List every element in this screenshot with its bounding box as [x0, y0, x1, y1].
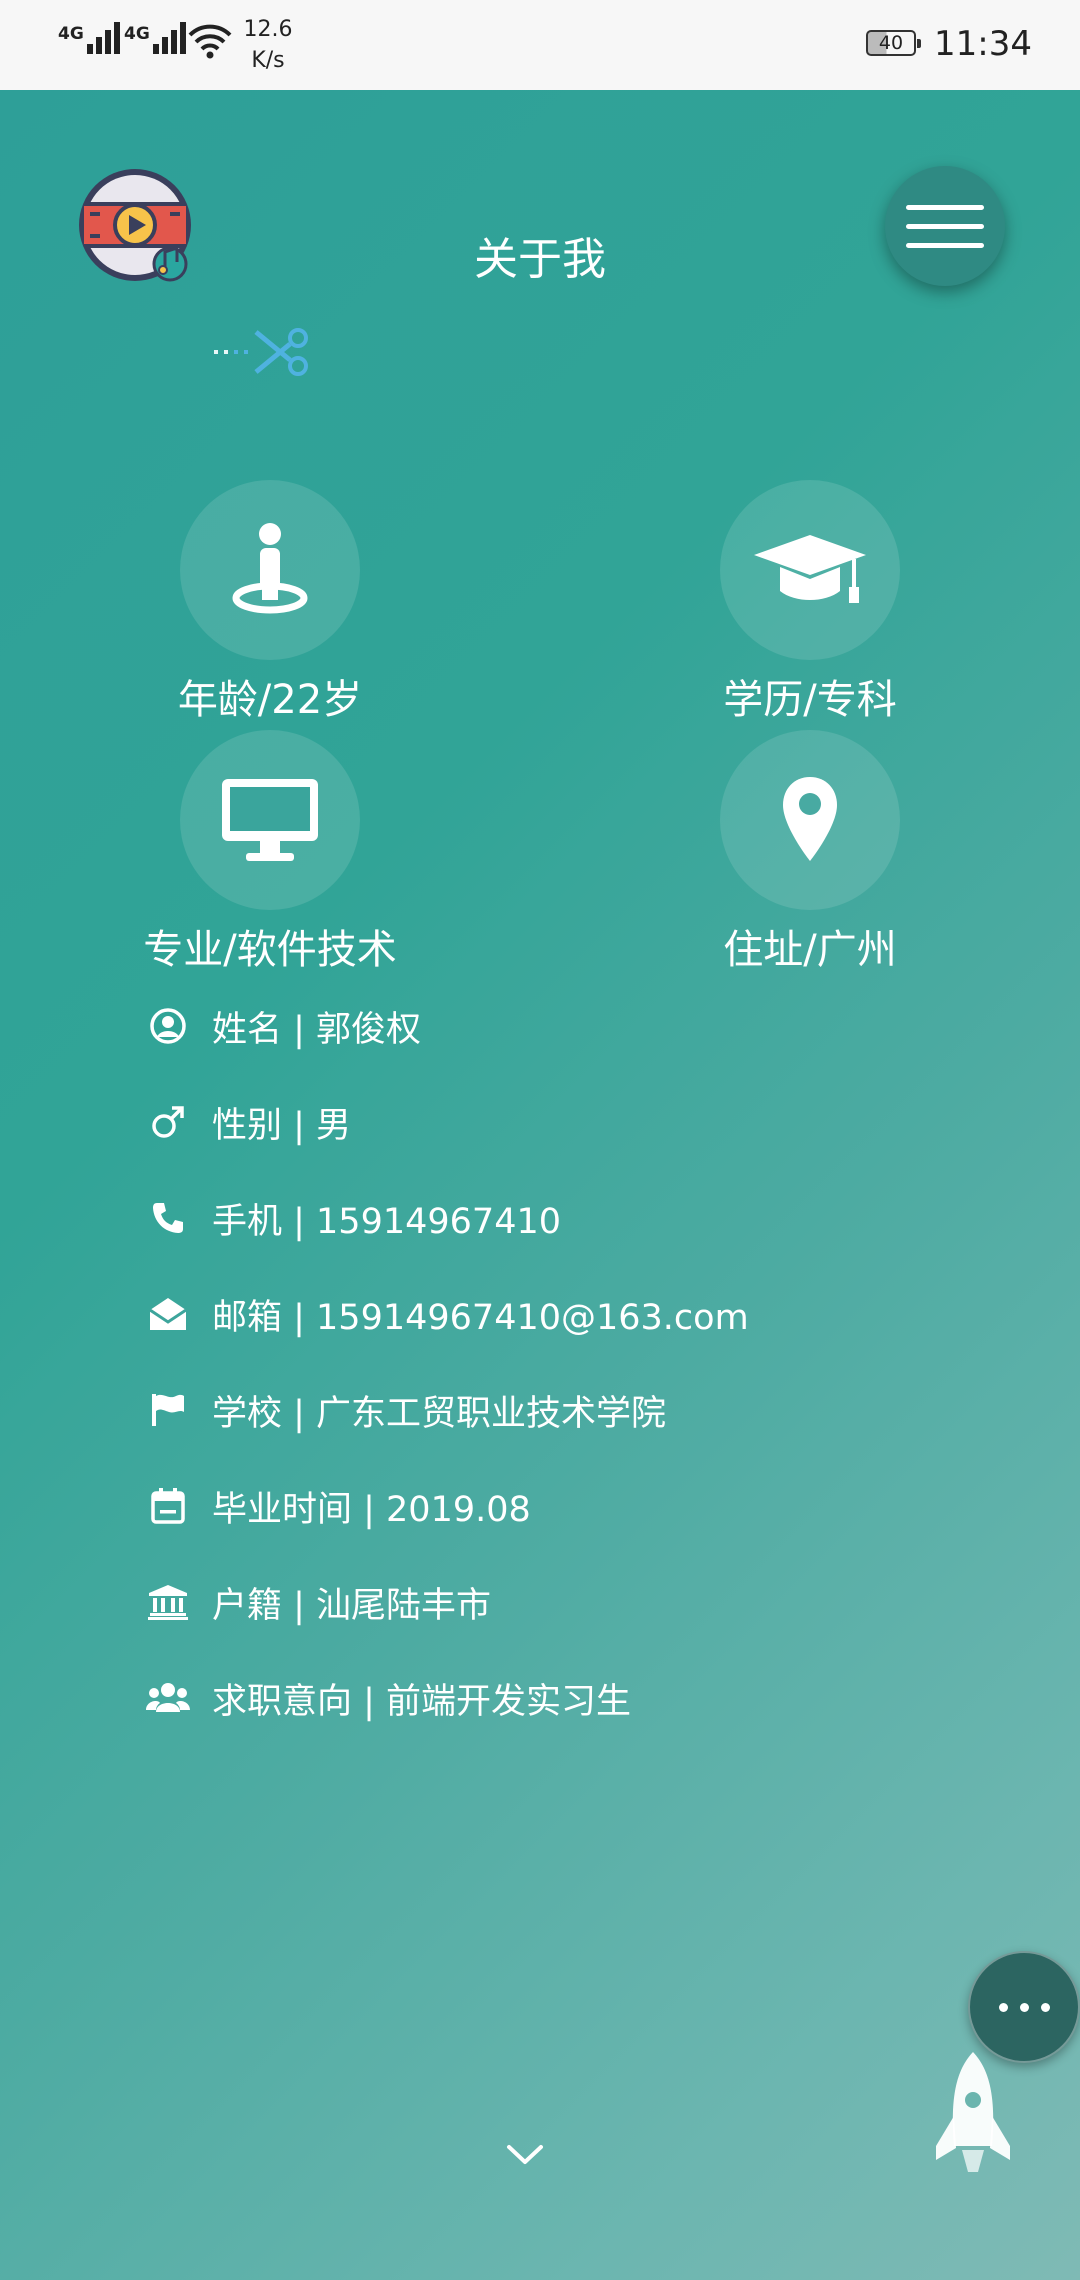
more-options-button[interactable]	[968, 1951, 1080, 2063]
age-card: 年龄/22岁	[120, 480, 420, 728]
signal-icon: 4G	[58, 22, 123, 54]
address-card: 住址/广州	[660, 730, 960, 978]
education-label: 学历/专科	[723, 677, 897, 723]
users-icon	[146, 1676, 190, 1720]
gender-text: 性别 | 男	[212, 1105, 352, 1146]
status-bar: 4G 4G 12.6 K/s 40 11:34	[0, 0, 1080, 90]
list-item: 姓名 | 郭俊权	[146, 978, 1046, 1074]
battery-level: 40	[878, 31, 904, 54]
network-type-label: 4G	[58, 24, 84, 44]
major-card: 专业/软件技术	[120, 730, 420, 978]
chevron-down-icon[interactable]	[505, 2142, 545, 2172]
graduation-date-text: 毕业时间 | 2019.08	[212, 1489, 531, 1530]
scissors-icon	[212, 322, 316, 386]
job-intention-text: 求职意向 | 前端开发实习生	[212, 1681, 632, 1722]
detail-list: 姓名 | 郭俊权 性别 | 男 手机 | 15914967410 邮箱 | 15…	[146, 978, 1046, 1746]
list-item: 手机 | 15914967410	[146, 1170, 1046, 1266]
screen: 4G 4G 12.6 K/s 40 11:34 关于我 年龄/22岁 学历/专科…	[0, 0, 1080, 2280]
list-item: 户籍 | 汕尾陆丰市	[146, 1554, 1046, 1650]
school-text: 学校 | 广东工贸职业技术学院	[212, 1393, 667, 1434]
hamburger-menu-icon[interactable]	[885, 166, 1005, 286]
address-label: 住址/广州	[723, 927, 897, 973]
wifi-icon	[188, 24, 232, 64]
flag-icon	[146, 1388, 190, 1432]
clock: 11:34	[934, 24, 1032, 64]
signal-icon: 4G	[124, 22, 189, 54]
list-item: 邮箱 | 15914967410@163.com	[146, 1266, 1046, 1362]
rocket-back-to-top-icon[interactable]	[918, 2050, 1028, 2194]
major-label: 专业/软件技术	[143, 927, 397, 973]
network-type-label: 4G	[124, 24, 150, 44]
phone-text[interactable]: 手机 | 15914967410	[212, 1193, 561, 1244]
battery-icon: 40	[866, 30, 921, 56]
desktop-monitor-icon	[180, 730, 360, 910]
list-item: 毕业时间 | 2019.08	[146, 1458, 1046, 1554]
list-item: 学校 | 广东工贸职业技术学院	[146, 1362, 1046, 1458]
person-pin-icon	[180, 480, 360, 660]
email-text[interactable]: 邮箱 | 15914967410@163.com	[212, 1289, 749, 1340]
graduation-cap-icon	[720, 480, 900, 660]
male-icon	[146, 1100, 190, 1144]
list-item: 性别 | 男	[146, 1074, 1046, 1170]
user-circle-icon	[146, 1004, 190, 1048]
calendar-icon	[146, 1484, 190, 1528]
institution-icon	[146, 1580, 190, 1624]
age-label: 年龄/22岁	[177, 677, 363, 723]
speed-value: 12.6	[243, 17, 293, 42]
hometown-text: 户籍 | 汕尾陆丰市	[212, 1585, 492, 1626]
envelope-open-icon	[146, 1292, 190, 1336]
map-marker-icon	[720, 730, 900, 910]
list-item: 求职意向 | 前端开发实习生	[146, 1650, 1046, 1746]
education-card: 学历/专科	[660, 480, 960, 728]
about-me-page: 关于我 年龄/22岁 学历/专科 专业/软件技术 住址/广州 姓名 | 郭俊权 …	[0, 90, 1080, 2280]
phone-icon	[146, 1196, 190, 1240]
network-speed: 12.6 K/s	[240, 14, 296, 76]
name-text: 姓名 | 郭俊权	[212, 1009, 422, 1050]
speed-unit: K/s	[251, 48, 285, 73]
